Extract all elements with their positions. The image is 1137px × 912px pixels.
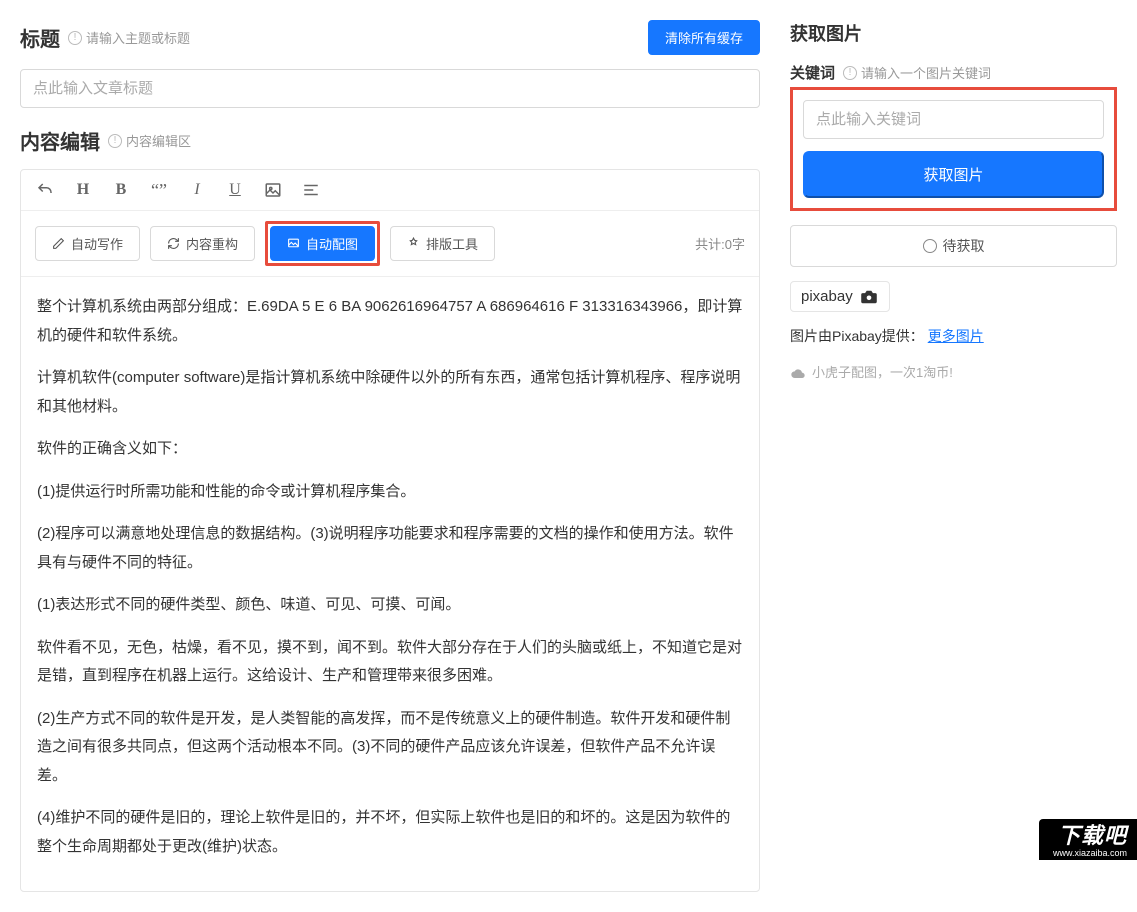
more-images-link[interactable]: 更多图片: [928, 328, 984, 344]
heading-icon[interactable]: H: [73, 180, 93, 200]
content-hint: ! 内容编辑区: [108, 131, 191, 150]
keyword-highlight-box: 获取图片: [790, 87, 1117, 211]
editor-paragraph: (1)提供运行时所需功能和性能的命令或计算机程序集合。: [37, 478, 743, 507]
layout-tool-button[interactable]: 排版工具: [390, 226, 495, 261]
editor-paragraph: (1)表达形式不同的硬件类型、颜色、味道、可见、可摸、可闻。: [37, 591, 743, 620]
editor-paragraph: 整个计算机系统由两部分组成：E.69DA 5 E 6 BA 9062616964…: [37, 293, 743, 350]
cloud-icon: [790, 366, 806, 378]
editor-paragraph: (2)程序可以满意地处理信息的数据结构。(3)说明程序功能要求和程序需要的文档的…: [37, 520, 743, 577]
info-icon: !: [108, 134, 122, 148]
camera-icon: [859, 290, 879, 304]
info-icon: !: [68, 31, 82, 45]
align-icon[interactable]: [301, 180, 321, 200]
underline-icon[interactable]: U: [225, 180, 245, 200]
keyword-hint: ! 请输入一个图片关键词: [843, 63, 991, 82]
editor-paragraph: 软件看不见，无色，枯燥，看不见，摸不到，闻不到。软件大部分存在于人们的头脑或纸上…: [37, 634, 743, 691]
title-text: 标题: [20, 23, 60, 52]
clear-cache-button[interactable]: 清除所有缓存: [648, 20, 760, 55]
footer-note: 小虎子配图，一次1淘币!: [790, 362, 1117, 381]
format-toolbar: H B “” I U: [21, 170, 759, 211]
title-header: 标题 ! 请输入主题或标题 清除所有缓存: [20, 20, 760, 55]
content-label: 内容编辑 ! 内容编辑区: [20, 126, 191, 155]
auto-image-highlight: 自动配图: [265, 221, 380, 266]
keyword-label-row: 关键词 ! 请输入一个图片关键词: [790, 62, 1117, 83]
editor-paragraph: 软件的正确含义如下：: [37, 435, 743, 464]
image-icon[interactable]: [263, 180, 283, 200]
action-toolbar: 自动写作 内容重构 自动配图 排版工具 共计:0字: [21, 211, 759, 277]
bold-icon[interactable]: B: [111, 180, 131, 200]
fetch-image-button[interactable]: 获取图片: [803, 151, 1104, 198]
keyword-label: 关键词: [790, 62, 835, 83]
word-count: 共计:0字: [695, 234, 745, 253]
pixabay-logo: pixabay: [790, 281, 890, 312]
pending-button[interactable]: 待获取: [790, 225, 1117, 267]
content-header: 内容编辑 ! 内容编辑区: [20, 126, 760, 155]
restructure-button[interactable]: 内容重构: [150, 226, 255, 261]
image-panel-title: 获取图片: [790, 20, 1117, 46]
editor-paragraph: 计算机软件(computer software)是指计算机系统中除硬件以外的所有…: [37, 364, 743, 421]
auto-image-button[interactable]: 自动配图: [270, 226, 375, 261]
editor-paragraph: (2)生产方式不同的软件是开发，是人类智能的高发挥，而不是传统意义上的硬件制造。…: [37, 705, 743, 791]
editor-paragraph: (4)维护不同的硬件是旧的，理论上软件是旧的，并不坏，但实际上软件也是旧的和坏的…: [37, 804, 743, 861]
undo-icon[interactable]: [35, 180, 55, 200]
title-input[interactable]: [20, 69, 760, 108]
keyword-input[interactable]: [803, 100, 1104, 139]
circle-icon: [923, 239, 937, 253]
info-icon: !: [843, 66, 857, 80]
quote-icon[interactable]: “”: [149, 180, 169, 200]
editor-content[interactable]: 整个计算机系统由两部分组成：E.69DA 5 E 6 BA 9062616964…: [21, 277, 759, 891]
auto-write-button[interactable]: 自动写作: [35, 226, 140, 261]
watermark: 下载吧 www.xiazaiba.com: [1039, 819, 1137, 860]
title-hint: ! 请输入主题或标题: [68, 28, 190, 47]
italic-icon[interactable]: I: [187, 180, 207, 200]
provider-text: 图片由Pixabay提供： 更多图片: [790, 326, 1117, 346]
image-fetch-panel: 获取图片 关键词 ! 请输入一个图片关键词 获取图片 待获取 pixabay: [790, 20, 1117, 381]
editor-container: H B “” I U 自动写作 内容重构: [20, 169, 760, 892]
title-label: 标题 ! 请输入主题或标题: [20, 23, 190, 52]
content-text: 内容编辑: [20, 126, 100, 155]
